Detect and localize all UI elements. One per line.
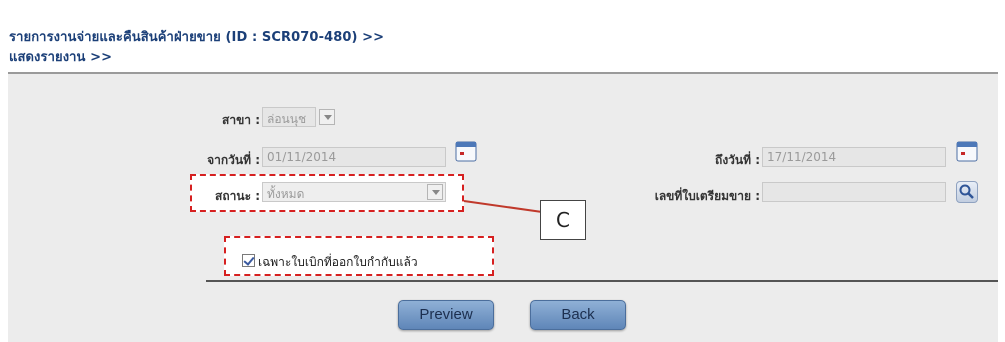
calendar-icon[interactable]	[455, 140, 477, 162]
page-subtitle: แสดงรายงาน >>	[9, 50, 113, 65]
chevron-down-icon[interactable]	[427, 184, 443, 200]
callout-c: C	[540, 200, 586, 240]
prep-number-label: เลขที่ใบเตรียมขาย :	[654, 189, 760, 203]
branch-value: ล่อนนุช	[267, 112, 307, 126]
invoice-only-checkbox[interactable]	[242, 254, 255, 267]
page-header: รายการงานจ่ายและคืนสินค้าฝ่ายขาย (ID : S…	[8, 8, 998, 74]
calendar-icon[interactable]	[956, 140, 978, 162]
from-date-label: จากวันที่ :	[207, 153, 260, 167]
from-date-field[interactable]: 01/11/2014	[262, 147, 446, 167]
page-title: รายการงานจ่ายและคืนสินค้าฝ่ายขาย (ID : S…	[9, 30, 385, 45]
search-button[interactable]	[956, 181, 978, 203]
back-button[interactable]: Back	[530, 300, 626, 330]
callout-connector	[463, 200, 542, 213]
magnifier-icon	[959, 184, 974, 199]
chevron-down-icon[interactable]	[319, 109, 335, 125]
to-date-label: ถึงวันที่ :	[715, 153, 760, 167]
divider	[206, 280, 998, 282]
status-value: ทั้งหมด	[267, 187, 305, 201]
from-date-value: 01/11/2014	[267, 150, 337, 164]
invoice-only-label: เฉพาะใบเบิกที่ออกใบกำกับแล้ว	[258, 255, 418, 269]
report-screen: รายการงานจ่ายและคืนสินค้าฝ่ายขาย (ID : S…	[8, 8, 998, 342]
to-date-value: 17/11/2014	[767, 150, 837, 164]
status-select[interactable]: ทั้งหมด	[262, 182, 446, 202]
to-date-field[interactable]: 17/11/2014	[762, 147, 946, 167]
branch-label: สาขา :	[222, 113, 260, 127]
preview-button[interactable]: Preview	[398, 300, 494, 330]
branch-select[interactable]: ล่อนนุช	[262, 107, 316, 127]
prep-number-field[interactable]	[762, 182, 946, 202]
status-label: สถานะ :	[215, 189, 260, 203]
